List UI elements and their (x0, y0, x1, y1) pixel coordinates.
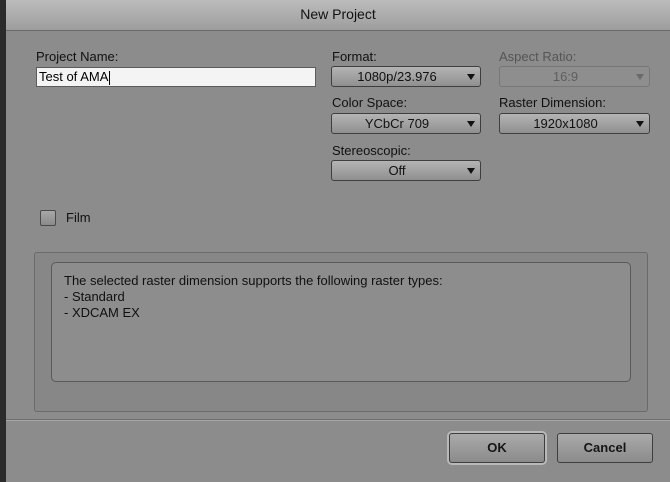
cancel-button[interactable]: Cancel (557, 433, 653, 463)
chevron-down-icon (636, 74, 644, 80)
chevron-down-icon (467, 74, 475, 80)
color-space-select-value: YCbCr 709 (364, 116, 430, 131)
raster-info-text-box: The selected raster dimension supports t… (51, 262, 631, 382)
chevron-down-icon (467, 121, 475, 127)
button-bar-divider (6, 419, 670, 421)
stereoscopic-label: Stereoscopic: (332, 143, 411, 158)
stereoscopic-select[interactable]: Off (331, 160, 481, 181)
aspect-ratio-select[interactable]: 16:9 (499, 66, 650, 87)
new-project-dialog: New Project Project Name: Test of AMA Fo… (0, 0, 670, 482)
raster-type-item: - Standard (64, 289, 125, 304)
raster-info-heading: The selected raster dimension supports t… (64, 273, 443, 288)
project-name-label: Project Name: (36, 49, 119, 64)
film-checkbox[interactable] (40, 210, 56, 226)
ok-button[interactable]: OK (449, 433, 545, 463)
aspect-ratio-select-value: 16:9 (552, 69, 579, 84)
raster-type-item: - XDCAM EX (64, 305, 140, 320)
dialog-title: New Project (300, 6, 376, 22)
format-select[interactable]: 1080p/23.976 (331, 66, 481, 87)
title-bar[interactable]: New Project (6, 0, 670, 31)
format-select-value: 1080p/23.976 (357, 69, 437, 84)
format-label: Format: (332, 49, 377, 64)
aspect-ratio-label: Aspect Ratio: (499, 49, 577, 64)
raster-dimension-select[interactable]: 1920x1080 (499, 113, 650, 134)
text-caret (109, 70, 111, 85)
chevron-down-icon (636, 121, 644, 127)
color-space-select[interactable]: YCbCr 709 (331, 113, 481, 134)
project-name-input[interactable]: Test of AMA (36, 67, 316, 87)
project-name-value: Test of AMA (39, 69, 109, 84)
raster-dimension-select-value: 1920x1080 (533, 116, 598, 131)
stereoscopic-select-value: Off (388, 163, 406, 178)
film-checkbox-label[interactable]: Film (66, 210, 91, 225)
chevron-down-icon (467, 168, 475, 174)
raster-dimension-label: Raster Dimension: (499, 95, 606, 110)
color-space-label: Color Space: (332, 95, 408, 110)
